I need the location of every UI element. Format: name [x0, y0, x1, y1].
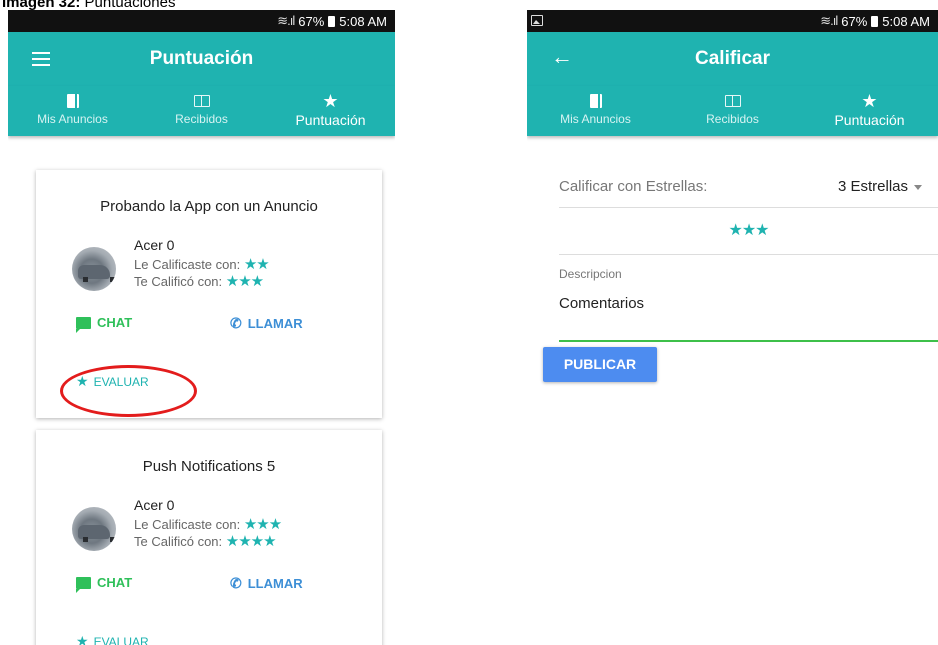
given-rating-label: Le Calificaste con: [134, 257, 241, 272]
tab-mis-anuncios[interactable]: Mis Anuncios [527, 86, 664, 136]
wifi-signal-icon: ≋.ıl [277, 13, 295, 28]
status-bar: ≋.ıl 67% 5:08 AM [527, 10, 938, 32]
received-stars-icon: ★★★★ [225, 533, 277, 550]
tab-recibidos[interactable]: Recibidos [137, 86, 266, 136]
app-bar: ← Calificar [527, 32, 938, 86]
star-icon: ★ [76, 633, 89, 645]
tab-mis-anuncios[interactable]: Mis Anuncios [8, 86, 137, 136]
user-block: Acer 0 Le Calificaste con: ★★ Te Calific… [36, 233, 382, 295]
page-title: Puntuación [149, 48, 254, 69]
right-screen: ≋.ıl 67% 5:08 AM ← Calificar Mis Anuncio… [527, 10, 938, 390]
card-actions: CHAT ✆ LLAMAR [36, 307, 382, 347]
given-rating: Le Calificaste con: ★★ [134, 255, 270, 273]
image-icon [531, 15, 543, 26]
evaluate-button[interactable]: ★ EVALUAR [76, 633, 149, 645]
given-rating: Le Calificaste con: ★★★ [134, 515, 282, 533]
chat-button[interactable]: CHAT [76, 575, 133, 593]
chat-icon [76, 316, 91, 333]
status-time: 5:08 AM [882, 13, 930, 29]
received-rating-label: Te Calificó con: [134, 534, 223, 549]
avatar [72, 247, 116, 291]
battery-level: 67% [298, 13, 325, 29]
wifi-signal-icon: ≋.ıl [820, 13, 838, 28]
call-label: LLAMAR [247, 316, 303, 331]
open-book-icon [724, 95, 741, 107]
tab-puntuacion[interactable]: ★ Puntuación [801, 86, 938, 136]
page-title: Calificar [695, 48, 770, 69]
publish-button[interactable]: PUBLICAR [543, 347, 657, 382]
card-title: Push Notifications 5 [142, 458, 276, 475]
tab-label: Recibidos [706, 112, 759, 126]
rating-select-label: Calificar con Estrellas: [559, 178, 708, 195]
left-screen: ≋.ıl 67% 5:08 AM Puntuación Mis Anuncios… [8, 10, 395, 645]
rating-select[interactable]: Calificar con Estrellas: 3 Estrellas [559, 176, 938, 208]
tab-bar: Mis Anuncios Recibidos ★ Puntuación [527, 86, 938, 136]
status-bar: ≋.ıl 67% 5:08 AM [8, 10, 395, 32]
highlight-annotation [60, 365, 197, 417]
description-input[interactable]: Comentarios [559, 294, 938, 342]
chat-label: CHAT [97, 315, 133, 330]
tab-label: Puntuación [295, 112, 366, 128]
call-button[interactable]: ✆ LLAMAR [230, 315, 303, 332]
open-book-icon [193, 95, 210, 107]
battery-icon [328, 15, 336, 27]
call-label: LLAMAR [247, 576, 303, 591]
star-icon: ★ [861, 91, 878, 111]
star-icon: ★ [322, 91, 339, 111]
battery-level: 67% [841, 13, 868, 29]
received-stars-icon: ★★★ [225, 273, 264, 290]
evaluate-label: EVALUAR [93, 634, 149, 645]
tab-label: Puntuación [834, 112, 905, 128]
user-name: Acer 0 [134, 237, 175, 253]
chat-icon [76, 576, 91, 593]
app-bar: Puntuación [8, 32, 395, 86]
page: Imagen 32: Puntuaciones ≋.ıl 67% 5:08 AM… [0, 0, 938, 645]
avatar [72, 507, 116, 551]
tab-puntuacion[interactable]: ★ Puntuación [266, 86, 395, 136]
received-rating: Te Calificó con: ★★★ [134, 272, 264, 290]
battery-icon [871, 15, 879, 27]
card-title: Probando la App con un Anuncio [100, 198, 318, 215]
received-rating: Te Calificó con: ★★★★ [134, 532, 277, 550]
tab-bar: Mis Anuncios Recibidos ★ Puntuación [8, 86, 395, 136]
book-icon [589, 94, 602, 108]
rating-value-text: 3 Estrellas [837, 178, 908, 195]
selected-stars-icon: ★★★ [559, 219, 938, 255]
tab-label: Mis Anuncios [560, 112, 631, 126]
chat-label: CHAT [97, 575, 133, 590]
given-rating-label: Le Calificaste con: [134, 517, 241, 532]
status-time: 5:08 AM [339, 13, 387, 29]
user-name: Acer 0 [134, 497, 175, 513]
tab-label: Recibidos [175, 112, 228, 126]
book-icon [66, 94, 79, 108]
description-label: Descripcion [559, 267, 622, 281]
tab-recibidos[interactable]: Recibidos [664, 86, 801, 136]
chat-button[interactable]: CHAT [76, 315, 133, 333]
phone-icon: ✆ [230, 315, 242, 331]
dropdown-caret-icon [914, 184, 922, 190]
call-button[interactable]: ✆ LLAMAR [230, 575, 303, 592]
card-actions: CHAT ✆ LLAMAR [36, 567, 382, 607]
rating-card: Push Notifications 5 Acer 0 Le Calificas… [36, 430, 382, 645]
received-rating-label: Te Calificó con: [134, 274, 223, 289]
user-block: Acer 0 Le Calificaste con: ★★★ Te Califi… [36, 493, 382, 555]
given-stars-icon: ★★ [243, 256, 270, 273]
given-stars-icon: ★★★ [243, 516, 282, 533]
rating-select-value[interactable]: 3 Estrellas [838, 178, 922, 195]
tab-label: Mis Anuncios [37, 112, 108, 126]
phone-icon: ✆ [230, 575, 242, 591]
